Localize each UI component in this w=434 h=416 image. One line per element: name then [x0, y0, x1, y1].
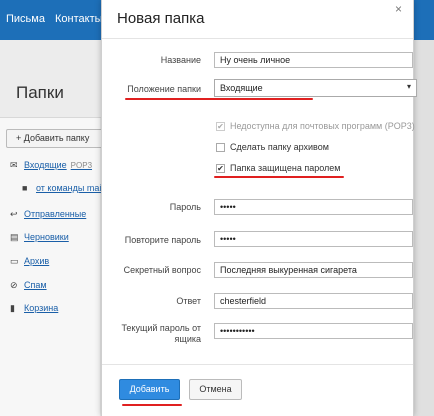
inbox-icon: ✉: [10, 160, 18, 170]
new-folder-dialog: Новая папка × Название Положение папки В…: [101, 0, 417, 416]
repeat-password-label: Повторите пароль: [124, 235, 201, 245]
folder-location-select[interactable]: Входящие ▾: [214, 79, 417, 97]
draft-icon: ▤: [10, 232, 19, 242]
sidebar-item-from-mail-team[interactable]: ■ от команды mail: [22, 183, 103, 193]
highlight-underline: [125, 98, 313, 100]
highlight-underline: [214, 176, 344, 178]
chevron-down-icon: ▾: [406, 82, 411, 91]
secret-question-label: Секретный вопрос: [123, 265, 201, 275]
reply-icon: ↩: [10, 209, 18, 219]
sidebar-item-label: Отправленные: [24, 209, 87, 219]
dialog-title: Новая папка: [117, 10, 205, 27]
cancel-button[interactable]: Отмена: [189, 379, 242, 400]
sidebar-item-label: Входящие: [24, 160, 67, 170]
sidebar-item-drafts[interactable]: ▤ Черновики: [10, 232, 69, 243]
answer-input[interactable]: [214, 293, 413, 309]
nav-letters[interactable]: Письма: [6, 13, 45, 25]
password-checkbox-row[interactable]: ✔ Папка защищена паролем: [216, 163, 340, 173]
folder-icon: ■: [22, 183, 28, 193]
repeat-password-input[interactable]: [214, 231, 413, 247]
sidebar-item-label: Черновики: [24, 232, 69, 242]
archive-checkbox-row[interactable]: Сделать папку архивом: [216, 142, 329, 152]
pop3-checkbox-label: Недоступна для почтовых программ (POP3): [230, 121, 415, 131]
divider: [102, 364, 413, 365]
password-protected-checkbox[interactable]: ✔: [216, 163, 225, 173]
sidebar-item-label: от команды mail: [36, 183, 104, 193]
trash-icon: ▮: [10, 303, 15, 313]
archive-icon: ▭: [10, 256, 19, 266]
password-checkbox-label: Папка защищена паролем: [230, 163, 341, 173]
pop3-checkbox-row[interactable]: ✔ Недоступна для почтовых программ (POP3…: [216, 121, 415, 131]
background-content: [414, 40, 434, 416]
folder-name-label: Название: [160, 55, 201, 65]
sidebar-item-label: Спам: [24, 280, 47, 290]
current-password-label: Текущий пароль от ящика: [121, 323, 201, 345]
current-password-label-line2: ящика: [174, 334, 201, 344]
password-label: Пароль: [169, 202, 201, 212]
current-password-label-line1: Текущий пароль от: [121, 323, 201, 333]
nav-contacts[interactable]: Контакты: [55, 13, 103, 25]
page-title: Папки: [16, 83, 64, 102]
sidebar-item-label: Архив: [24, 256, 50, 266]
secret-question-input[interactable]: [214, 262, 413, 278]
sidebar-item-label: Корзина: [24, 303, 59, 313]
close-icon[interactable]: ×: [395, 2, 402, 16]
pop3-checkbox[interactable]: ✔: [216, 121, 225, 131]
divider: [102, 38, 413, 39]
folder-name-input[interactable]: [214, 52, 413, 68]
sidebar-item-sent[interactable]: ↩ Отправленные: [10, 209, 86, 220]
archive-checkbox[interactable]: [216, 142, 225, 152]
folder-badge: POP3: [70, 161, 93, 170]
current-password-input[interactable]: [214, 323, 413, 339]
answer-label: Ответ: [176, 296, 201, 306]
add-button[interactable]: Добавить: [119, 379, 180, 400]
selected-location: Входящие: [220, 83, 263, 93]
sidebar-item-trash[interactable]: ▮ Корзина: [10, 303, 58, 314]
archive-checkbox-label: Сделать папку архивом: [230, 142, 329, 152]
sidebar-item-archive[interactable]: ▭ Архив: [10, 256, 49, 267]
add-folder-button[interactable]: + Добавить папку: [6, 129, 112, 148]
sidebar-item-spam[interactable]: ⊘ Спам: [10, 280, 47, 291]
folder-location-label: Положение папки: [127, 84, 201, 94]
spam-icon: ⊘: [10, 280, 18, 290]
highlight-underline: [122, 404, 182, 406]
sidebar-item-inbox[interactable]: ✉ Входящие POP3: [10, 160, 92, 171]
password-input[interactable]: [214, 199, 413, 215]
